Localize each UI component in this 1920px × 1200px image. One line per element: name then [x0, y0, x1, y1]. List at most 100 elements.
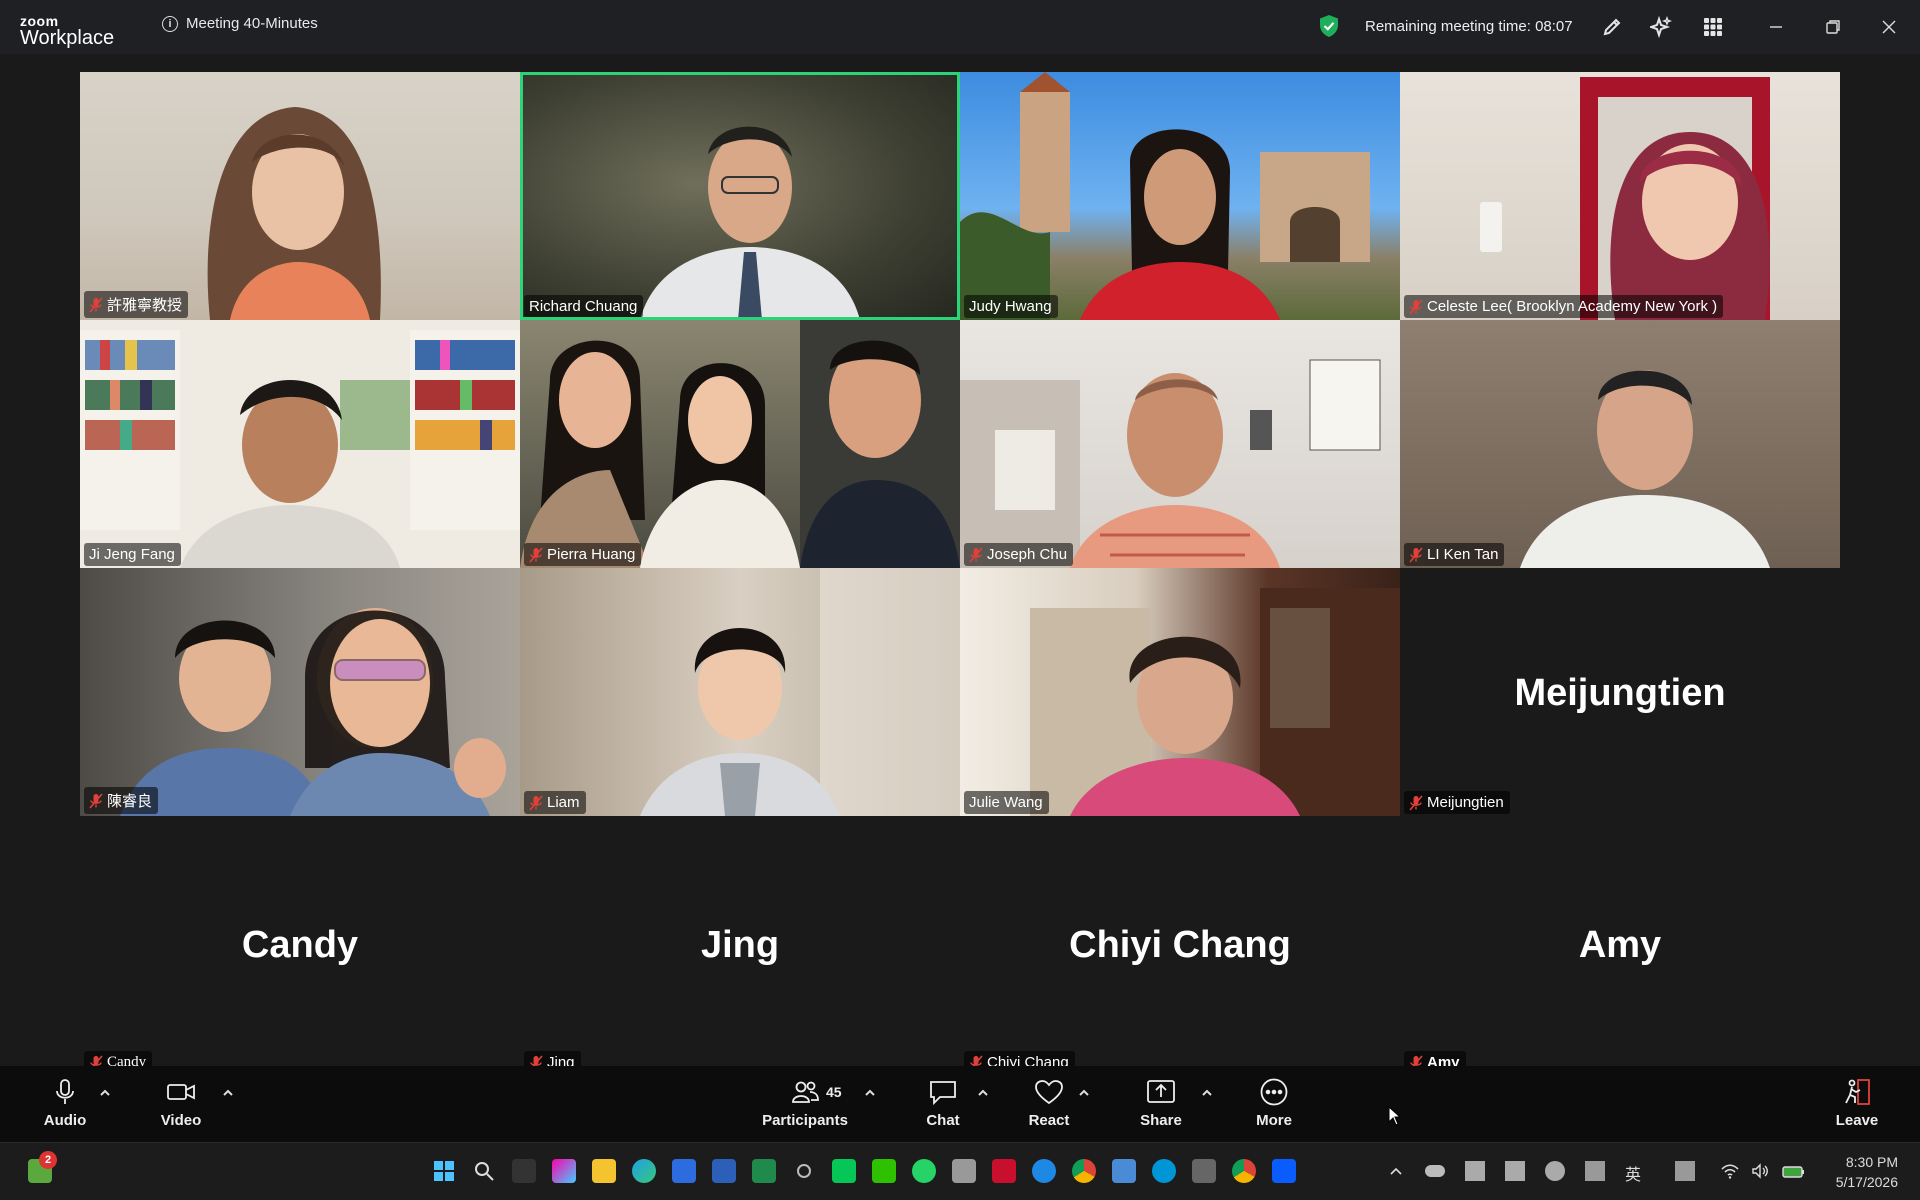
whatsapp-icon[interactable] — [912, 1159, 936, 1183]
participant-name: Celeste Lee( Brooklyn Academy New York ) — [1427, 298, 1718, 315]
react-options-caret[interactable] — [1077, 1086, 1091, 1100]
participant-name: Richard Chuang — [529, 298, 638, 315]
show-hidden-icons-chevron-icon[interactable] — [1386, 1161, 1406, 1181]
mcafee-icon[interactable] — [992, 1159, 1016, 1183]
participant-name: Pierra Huang — [547, 546, 636, 563]
participant-name-tag: 陳睿良 — [84, 787, 159, 814]
battery-charging-icon — [1782, 1166, 1804, 1178]
video-button[interactable]: Video — [136, 1078, 226, 1129]
os-taskbar: 2 英 8:30 PM 5/17/2026 — [0, 1142, 1920, 1200]
calendar-app-icon[interactable] — [1112, 1159, 1136, 1183]
start-icon[interactable] — [432, 1159, 456, 1183]
video-tile[interactable]: Judy Hwang — [960, 72, 1400, 320]
notification-badge: 2 — [39, 1151, 57, 1169]
video-tile-video-off[interactable]: Meijungtien Meijungtien — [1400, 568, 1840, 816]
meeting-info-button[interactable]: i Meeting 40-Minutes — [162, 15, 318, 32]
chrome-icon[interactable] — [1072, 1159, 1096, 1183]
copilot-icon[interactable] — [552, 1159, 576, 1183]
annotate-button[interactable] — [1596, 12, 1628, 42]
video-tile-video-off[interactable]: Chiyi Chang Chiyi Chang — [960, 828, 1400, 1076]
wechat-icon[interactable] — [872, 1159, 896, 1183]
chrome-profile-icon[interactable] — [1232, 1159, 1256, 1183]
audio-options-caret[interactable] — [98, 1086, 112, 1100]
participant-display-name: Amy — [1578, 924, 1662, 966]
video-tile[interactable]: 許雅寧教授 — [80, 72, 520, 320]
circle-app-icon[interactable] — [797, 1164, 811, 1178]
search-icon[interactable] — [472, 1159, 496, 1183]
edge-icon[interactable] — [632, 1159, 656, 1183]
video-tile[interactable]: LI Ken Tan — [1400, 320, 1840, 568]
store-icon[interactable] — [672, 1159, 696, 1183]
participants-icon — [792, 1081, 819, 1103]
participant-display-name: Jing — [700, 924, 780, 966]
line-app-icon[interactable] — [832, 1159, 856, 1183]
snipping-tool-icon[interactable] — [952, 1159, 976, 1183]
restore-icon — [1826, 20, 1840, 34]
ime-mode-icon[interactable] — [1675, 1161, 1695, 1181]
video-tile-video-off[interactable]: Candy Candy — [80, 828, 520, 1076]
shield-check-icon[interactable] — [1318, 14, 1340, 38]
leave-button[interactable]: Leave — [1812, 1078, 1902, 1129]
info-icon: i — [162, 15, 178, 32]
volume-icon[interactable] — [1750, 1161, 1770, 1181]
calculator-icon[interactable] — [1192, 1159, 1216, 1183]
video-tile[interactable]: 陳睿良 — [80, 568, 520, 816]
video-tile[interactable]: Joseph Chu — [960, 320, 1400, 568]
video-tile[interactable]: Ji Jeng Fang — [80, 320, 520, 568]
muted-mic-icon — [1409, 794, 1423, 811]
word-icon[interactable] — [712, 1159, 736, 1183]
participants-options-caret[interactable] — [863, 1086, 877, 1100]
onedrive-icon[interactable] — [1425, 1165, 1445, 1177]
ai-companion-button[interactable] — [1645, 12, 1677, 42]
participant-name-tag: LI Ken Tan — [1404, 543, 1505, 566]
video-tile[interactable]: Pierra Huang — [520, 320, 960, 568]
hp-icon[interactable] — [1152, 1159, 1176, 1183]
restore-button[interactable] — [1819, 14, 1847, 40]
video-tile[interactable]: Celeste Lee( Brooklyn Academy New York ) — [1400, 72, 1840, 320]
participants-count: 45 — [826, 1084, 842, 1100]
photo-tray-icon[interactable] — [1505, 1161, 1525, 1181]
minimize-icon — [1770, 26, 1782, 28]
task-view-icon[interactable] — [512, 1159, 536, 1183]
close-window-button[interactable] — [1875, 14, 1903, 40]
chat-button[interactable]: Chat — [898, 1078, 988, 1129]
video-options-caret[interactable] — [221, 1086, 235, 1100]
chat-options-caret[interactable] — [976, 1086, 990, 1100]
zoom-workplace-logo: zoom Workplace — [20, 14, 114, 48]
keyboard-tray-icon[interactable] — [1585, 1161, 1605, 1181]
system-clock[interactable]: 8:30 PM 5/17/2026 — [1836, 1152, 1898, 1192]
participant-name: Meijungtien — [1427, 794, 1504, 811]
gallery-view: 許雅寧教授 Richard Chuang Judy Hwang Celeste … — [0, 54, 1920, 1076]
close-icon — [1882, 20, 1896, 34]
share-label: Share — [1140, 1112, 1182, 1129]
participant-video — [1520, 370, 1770, 568]
battery-icon[interactable] — [1782, 1161, 1804, 1181]
audio-button[interactable]: Audio — [20, 1078, 110, 1129]
apps-button[interactable] — [1697, 12, 1729, 42]
video-tile-active-speaker[interactable]: Richard Chuang — [520, 72, 960, 320]
file-explorer-icon[interactable] — [592, 1159, 616, 1183]
pen-tray-icon[interactable] — [1465, 1161, 1485, 1181]
wifi-icon[interactable] — [1720, 1161, 1740, 1181]
more-button[interactable]: More — [1229, 1078, 1319, 1129]
ime-indicator[interactable]: 英 — [1625, 1161, 1641, 1184]
video-tile[interactable]: Julie Wang — [960, 568, 1400, 816]
zoom-app-icon[interactable] — [1272, 1159, 1296, 1183]
share-options-caret[interactable] — [1200, 1086, 1214, 1100]
video-tile-video-off[interactable]: Jing Jing — [520, 828, 960, 1076]
chevron-up-icon — [1079, 1089, 1089, 1096]
excel-icon[interactable] — [752, 1159, 776, 1183]
video-camera-icon — [167, 1084, 195, 1100]
leave-door-icon — [1845, 1079, 1870, 1105]
participant-video — [960, 359, 1381, 568]
participant-video — [1030, 588, 1400, 816]
help-icon[interactable] — [1032, 1159, 1056, 1183]
security-tray-icon[interactable] — [1545, 1161, 1565, 1181]
video-tile-video-off[interactable]: Amy Amy — [1400, 828, 1840, 1076]
share-button[interactable]: Share — [1116, 1078, 1206, 1129]
participant-video — [960, 72, 1370, 320]
more-label: More — [1256, 1112, 1292, 1129]
minimize-button[interactable] — [1762, 14, 1790, 40]
video-grid-row-4: Candy Candy Jing Jing Chiyi Chang Chiyi … — [80, 828, 1840, 1076]
video-tile[interactable]: Liam — [520, 568, 960, 816]
